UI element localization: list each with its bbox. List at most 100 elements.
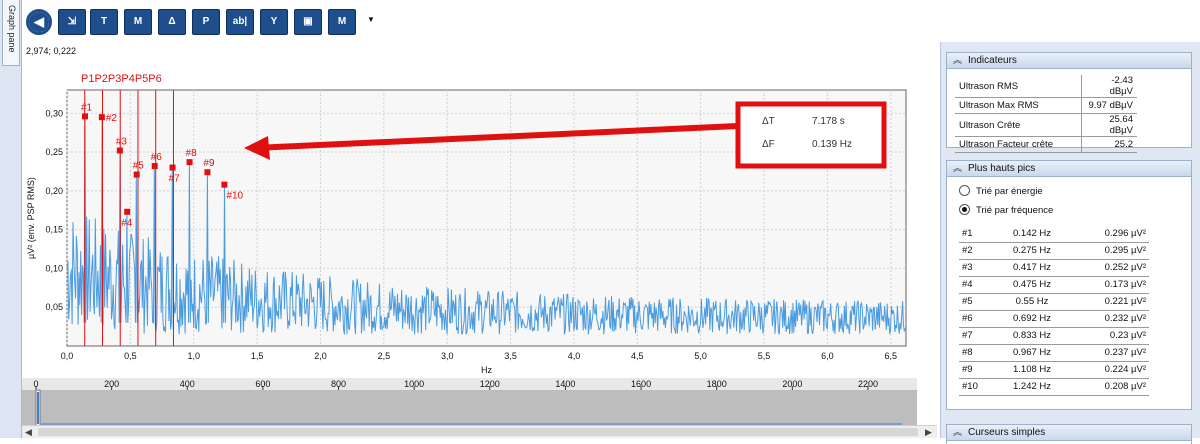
- collapse-chevron-icon[interactable]: ︽: [953, 55, 962, 65]
- overview-navigator[interactable]: 0 200 400 600 800 1000 1200 1400 1600 1800 2000 220…: [22, 378, 917, 426]
- peak-marker: [116, 147, 123, 154]
- graph-pane-label: Graph pane: [7, 5, 17, 53]
- collapse-chevron-icon[interactable]: ︽: [953, 427, 962, 437]
- horizontal-scrollbar[interactable]: ◀ ▶: [22, 425, 937, 438]
- indicator-label: Ultrason Max RMS: [955, 97, 1082, 114]
- tool-zoom-button[interactable]: ▣: [294, 9, 322, 35]
- peak-value: 0.237 µV²: [1077, 344, 1149, 362]
- peak-label: #2: [106, 113, 118, 124]
- indicator-value: -2.43 dBµV: [1081, 75, 1137, 98]
- radio-energy-label: Trié par énergie: [976, 186, 1043, 197]
- peak-frequency: 0.55 Hz: [987, 293, 1077, 311]
- peak-row[interactable]: #9 1.108 Hz 0.224 µV²: [959, 361, 1149, 379]
- peak-row[interactable]: #3 0.417 Hz 0.252 µV²: [959, 259, 1149, 277]
- peak-frequency: 0.833 Hz: [987, 327, 1077, 345]
- cursors-header[interactable]: ︽ Curseurs simples: [947, 425, 1191, 441]
- peak-value: 0.23 µV²: [1077, 327, 1149, 345]
- label-icon: ab|: [232, 16, 248, 27]
- export-icon: ⇲: [67, 16, 77, 27]
- tool-label-button[interactable]: ab|: [226, 9, 254, 35]
- nav-tick-label: 1200: [480, 379, 500, 389]
- cursor-readout: 2,974; 0,222: [26, 46, 77, 56]
- nav-tick-label: 200: [104, 379, 119, 389]
- peak-row[interactable]: #1 0.142 Hz 0.296 µV²: [959, 225, 1149, 243]
- peak-value: 0.252 µV²: [1077, 259, 1149, 277]
- peak-id: #10: [959, 378, 987, 396]
- tool-m-clear-button[interactable]: M: [328, 9, 356, 35]
- peak-frequency: 1.108 Hz: [987, 361, 1077, 379]
- peak-row[interactable]: #5 0.55 Hz 0.221 µV²: [959, 293, 1149, 311]
- toolbar-overflow-chevron-icon[interactable]: ▼: [367, 15, 375, 24]
- peak-label: #6: [151, 152, 163, 163]
- peak-row[interactable]: #4 0.475 Hz 0.173 µV²: [959, 276, 1149, 294]
- scroll-left-icon[interactable]: ◀: [25, 426, 32, 438]
- peak-row[interactable]: #6 0.692 Hz 0.232 µV²: [959, 310, 1149, 328]
- nav-tick-label: 0: [33, 379, 38, 389]
- peak-value: 0.296 µV²: [1077, 225, 1149, 243]
- x-tick-label: 1,0: [187, 351, 200, 361]
- indicator-row: Ultrason Crête 25.64 dBµV: [955, 113, 1137, 137]
- peak-value: 0.173 µV²: [1077, 276, 1149, 294]
- x-tick-label: 5,5: [758, 351, 771, 361]
- nav-tick-label: 2000: [782, 379, 802, 389]
- indicator-row: Ultrason Facteur crête 25.2: [955, 136, 1137, 153]
- graph-pane-tab[interactable]: Graph pane: [2, 0, 20, 66]
- indicators-header[interactable]: ︽ Indicateurs: [947, 53, 1191, 69]
- peak-marker: [81, 113, 88, 120]
- export-button[interactable]: ⇲: [58, 9, 86, 35]
- peaks-panel: ︽ Plus hauts pics Trié par énergie Trié p…: [946, 160, 1192, 410]
- tool-delta-button[interactable]: Δ: [158, 9, 186, 35]
- peak-value: 0.224 µV²: [1077, 361, 1149, 379]
- marker-header-label: P1P2P3P4P5P6: [81, 73, 162, 85]
- peak-id: #5: [959, 293, 987, 311]
- peak-row[interactable]: #10 1.242 Hz 0.208 µV²: [959, 378, 1149, 396]
- peak-id: #3: [959, 259, 987, 277]
- peak-row[interactable]: #7 0.833 Hz 0.23 µV²: [959, 327, 1149, 345]
- peak-marker: [98, 114, 105, 121]
- indicator-label: Ultrason Facteur crête: [955, 136, 1082, 153]
- peak-frequency: 0.417 Hz: [987, 259, 1077, 277]
- y-axis-label: µV² (env. PSP RMS): [26, 177, 36, 259]
- nav-tick-label: 1600: [631, 379, 651, 389]
- y-tick-label: 0,20: [45, 186, 63, 196]
- tool-p-button[interactable]: P: [192, 9, 220, 35]
- peak-id: #7: [959, 327, 987, 345]
- indicator-value: 25.64 dBµV: [1081, 113, 1137, 137]
- collapse-chevron-icon[interactable]: ︽: [953, 163, 962, 173]
- peak-row[interactable]: #2 0.275 Hz 0.295 µV²: [959, 242, 1149, 260]
- indicator-row: Ultrason RMS -2.43 dBµV: [955, 75, 1137, 98]
- x-tick-label: 2,5: [378, 351, 391, 361]
- peak-frequency: 1.242 Hz: [987, 378, 1077, 396]
- x-tick-label: 4,5: [631, 351, 644, 361]
- tool-t-button[interactable]: T: [90, 9, 118, 35]
- nav-tick-label: 1800: [707, 379, 727, 389]
- peak-id: #2: [959, 242, 987, 260]
- tool-m-button[interactable]: M: [124, 9, 152, 35]
- peak-marker: [169, 164, 176, 171]
- sort-by-energy-option[interactable]: Trié par énergie: [959, 185, 1043, 199]
- spectrum-chart[interactable]: 0,05 0,10 0,15 0,20 0,25 0,30 0,0 0,5 1,0 1,5 2,0 2…: [22, 64, 917, 380]
- sort-by-frequency-option[interactable]: Trié par fréquence: [959, 204, 1053, 218]
- radio-frequency-label: Trié par fréquence: [976, 205, 1054, 216]
- peak-value: 0.208 µV²: [1077, 378, 1149, 396]
- toolbar: ◀ ⇲ T M Δ Pab| Y ▣ M ▼: [22, 0, 940, 42]
- radio-frequency[interactable]: [959, 204, 970, 215]
- cursors-panel: ︽ Curseurs simples: [946, 424, 1192, 444]
- peak-marker: [151, 163, 158, 170]
- x-tick-label: 0,0: [61, 351, 74, 361]
- nav-tick-label: 1000: [404, 379, 424, 389]
- peaks-header[interactable]: ︽ Plus hauts pics: [947, 161, 1191, 177]
- tool-y-button[interactable]: Y: [260, 9, 288, 35]
- peak-row[interactable]: #8 0.967 Hz 0.237 µV²: [959, 344, 1149, 362]
- back-button[interactable]: ◀: [26, 9, 52, 35]
- peak-value: 0.295 µV²: [1077, 242, 1149, 260]
- y-marker-icon: Y: [270, 16, 278, 27]
- graph-pane-side-tab[interactable]: Graph pane: [0, 0, 22, 438]
- radio-energy[interactable]: [959, 185, 970, 196]
- scroll-right-icon[interactable]: ▶: [925, 426, 932, 438]
- y-tick-label: 0,30: [45, 108, 63, 118]
- peaks-table: #1 0.142 Hz 0.296 µV² #2 0.275 Hz 0.295 µV² #3…: [959, 225, 1149, 396]
- back-arrow-icon: ◀: [29, 12, 49, 32]
- x-tick-label: 1,5: [251, 351, 264, 361]
- scroll-thumb[interactable]: [38, 428, 918, 436]
